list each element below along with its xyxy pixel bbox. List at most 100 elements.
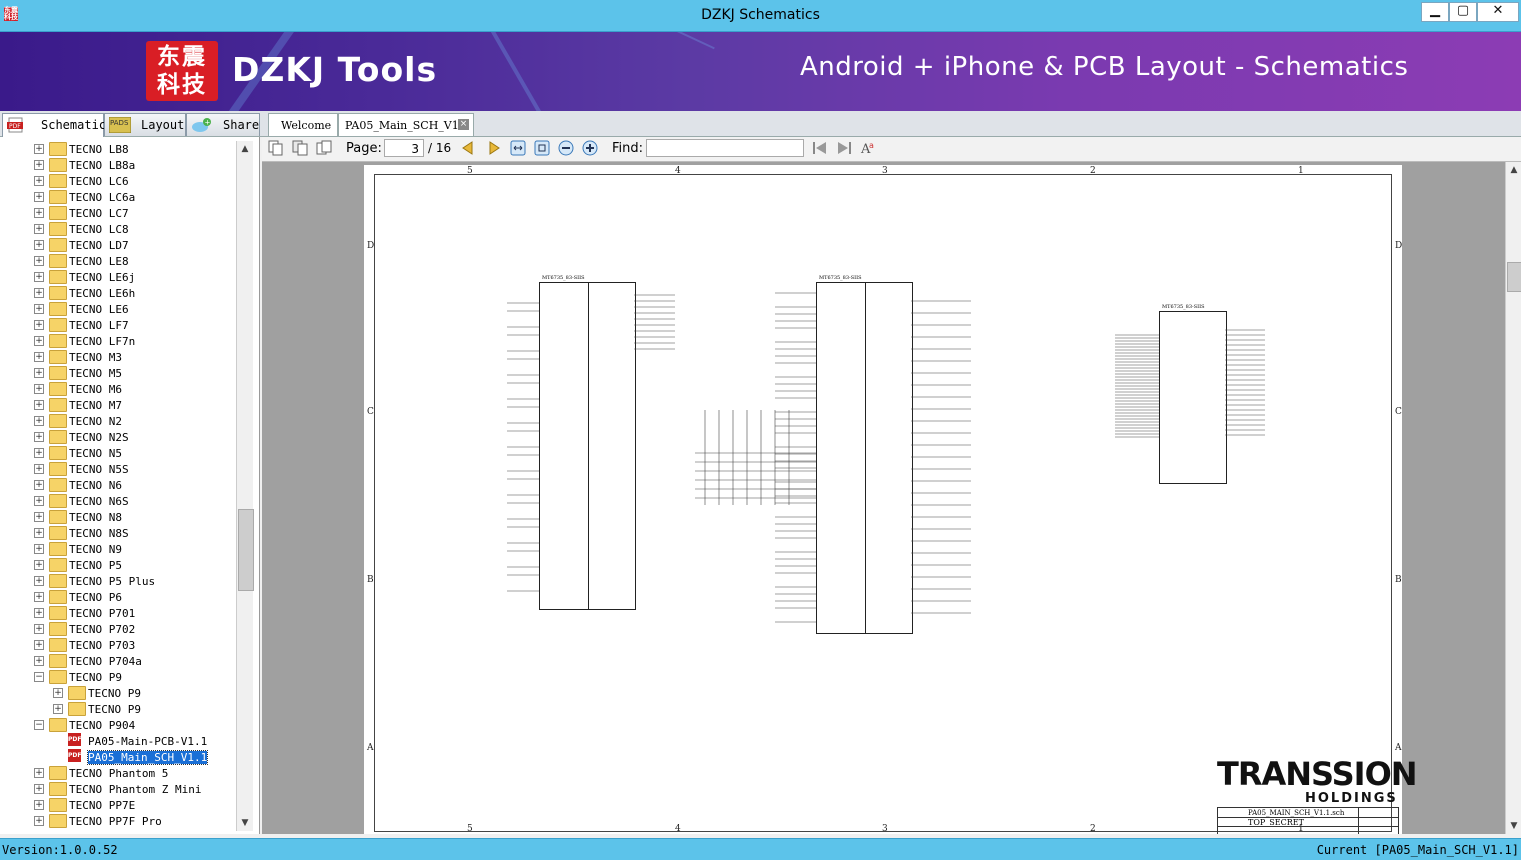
minimize-button[interactable]: ▁ [1421,2,1449,22]
collapse-icon[interactable]: − [34,720,44,730]
text-style-icon[interactable]: Aa [860,140,876,156]
folder-icon [49,718,67,732]
tab-welcome[interactable]: Welcome [268,113,338,136]
tree-item-label: TECNO P701 [69,607,136,620]
expand-icon[interactable]: + [34,176,44,186]
tree-item-label: TECNO P702 [69,623,136,636]
scroll-down-icon[interactable]: ▼ [237,815,253,831]
expand-icon[interactable]: + [34,480,44,490]
expand-icon[interactable]: + [34,448,44,458]
tree-item-label: TECNO N5S [69,463,129,476]
expand-icon[interactable]: + [34,240,44,250]
expand-icon[interactable]: + [34,816,44,826]
expand-icon[interactable]: + [34,608,44,618]
expand-icon[interactable]: + [34,304,44,314]
tab-share-label: Share [223,118,260,132]
expand-icon[interactable]: + [53,704,63,714]
viewer-vscroll[interactable]: ▲ ▼ [1505,162,1521,834]
tab-layout[interactable]: PADS Layout [104,113,186,136]
tab-close-icon[interactable]: × [458,119,469,130]
find-next-icon[interactable] [836,140,852,156]
pages-icon[interactable] [292,140,308,156]
expand-icon[interactable]: + [34,656,44,666]
tab-share[interactable]: + Share [186,113,260,136]
tree-item-label: TECNO LB8a [69,159,136,172]
tree-item-label: TECNO LB8 [69,143,129,156]
expand-icon[interactable]: + [34,496,44,506]
expand-icon[interactable]: + [34,784,44,794]
document-viewer[interactable]: 5 4 3 2 1 5 4 3 2 1 D C B A D C B A MT67… [262,162,1505,834]
expand-icon[interactable]: + [34,416,44,426]
expand-icon[interactable]: + [34,368,44,378]
viewer-scroll-thumb[interactable] [1507,262,1521,292]
close-button[interactable]: ✕ [1477,2,1519,22]
find-label: Find: [612,141,644,156]
scroll-up-icon[interactable]: ▲ [237,141,253,157]
tab-document[interactable]: PA05_Main_SCH_V1.1 × [338,113,474,136]
tree-item-label: TECNO LC6 [69,175,129,188]
page-input[interactable]: 3 [384,139,424,157]
tree-item-label: TECNO LE6 [69,303,129,316]
expand-icon[interactable]: + [34,560,44,570]
expand-icon[interactable]: + [34,208,44,218]
tree-item-label: TECNO M6 [69,383,122,396]
company-logo: TRANSSION [1217,755,1418,793]
expand-icon[interactable]: + [34,592,44,602]
find-prev-icon[interactable] [812,140,828,156]
expand-icon[interactable]: + [34,224,44,234]
zoom-in-icon[interactable] [582,140,598,156]
duplicate-icon[interactable] [316,140,332,156]
prev-page-icon[interactable] [460,140,476,156]
tab-row: PDF Schematic PADS Layout + Share Welcom… [0,111,1521,137]
viewer-scroll-down-icon[interactable]: ▼ [1506,818,1521,834]
expand-icon[interactable]: + [34,576,44,586]
expand-icon[interactable]: + [34,432,44,442]
find-input[interactable] [646,139,804,157]
expand-icon[interactable]: + [34,256,44,266]
expand-icon[interactable]: + [34,272,44,282]
expand-icon[interactable]: + [53,688,63,698]
expand-icon[interactable]: + [34,160,44,170]
tree-item-label: TECNO N6 [69,479,122,492]
expand-icon[interactable]: + [34,384,44,394]
copy-icon[interactable] [268,140,284,156]
svg-text:PDF: PDF [9,123,21,130]
folder-icon [49,494,67,508]
expand-icon[interactable]: + [34,336,44,346]
expand-icon[interactable]: + [34,464,44,474]
svg-text:+: + [205,119,211,127]
tree-item-label: TECNO P9 [69,671,122,684]
expand-icon[interactable]: + [34,320,44,330]
expand-icon[interactable]: + [34,400,44,410]
expand-icon[interactable]: + [34,624,44,634]
tab-schematic[interactable]: PDF Schematic [2,113,106,137]
title-box: PA05_MAIN_SCH_V1.1.sch TOP_SECRET [1217,807,1399,834]
expand-icon[interactable]: + [34,288,44,298]
expand-icon[interactable]: + [34,800,44,810]
tree-item-label: TECNO P5 [69,559,122,572]
fit-page-icon[interactable] [534,140,550,156]
tree-item-label: TECNO Phantom 5 [69,767,169,780]
tree-item-label: PA05_Main_SCH_V1.1 [86,750,209,765]
maximize-button[interactable]: ▢ [1449,2,1477,22]
tree-scrollbar[interactable]: ▲ ▼ [236,141,254,831]
viewer-scroll-up-icon[interactable]: ▲ [1506,162,1521,178]
expand-icon[interactable]: + [34,544,44,554]
window-title: DZKJ Schematics [701,7,820,23]
expand-icon[interactable]: + [34,640,44,650]
expand-icon[interactable]: + [34,192,44,202]
row-label: A [1395,743,1402,753]
expand-icon[interactable]: + [34,352,44,362]
expand-icon[interactable]: + [34,144,44,154]
expand-icon[interactable]: + [34,512,44,522]
folder-icon [49,174,67,188]
scroll-thumb[interactable] [238,509,254,591]
fit-width-icon[interactable] [510,140,526,156]
folder-icon [49,238,67,252]
schematic-wires [507,292,1265,623]
collapse-icon[interactable]: − [34,672,44,682]
expand-icon[interactable]: + [34,528,44,538]
zoom-out-icon[interactable] [558,140,574,156]
next-page-icon[interactable] [486,140,502,156]
expand-icon[interactable]: + [34,768,44,778]
